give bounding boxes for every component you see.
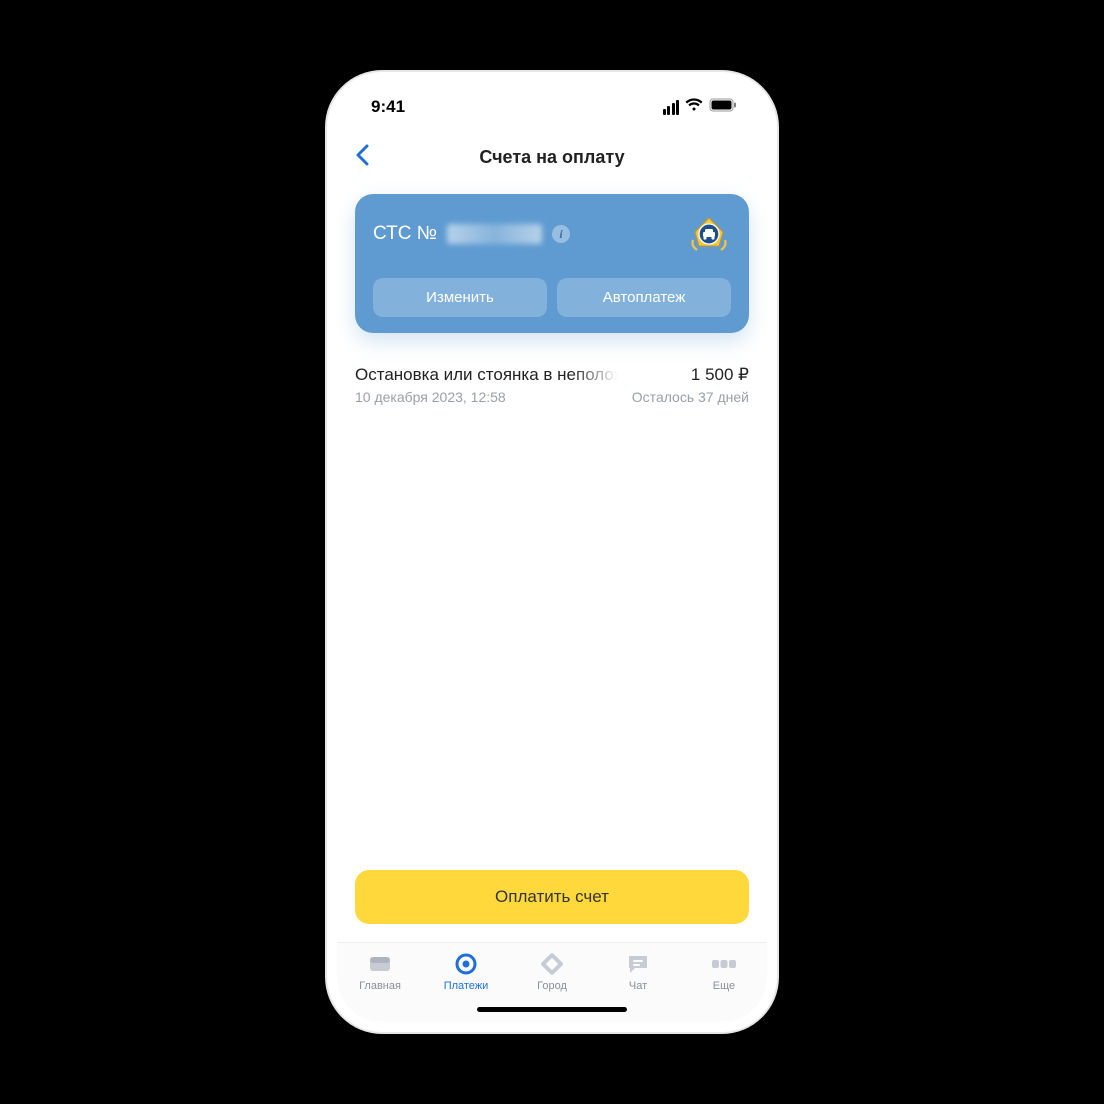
- status-indicators: [663, 97, 738, 117]
- stc-card: СТС № i: [355, 194, 749, 333]
- nav-header: Счета на оплату: [337, 132, 767, 182]
- stc-number-redacted: [447, 224, 542, 244]
- pay-button-wrap: Оплатить счет: [355, 870, 749, 942]
- tab-more[interactable]: Еще: [681, 951, 767, 992]
- info-icon[interactable]: i: [552, 225, 570, 243]
- card-buttons: Изменить Автоплатеж: [373, 278, 731, 317]
- tab-label: Город: [537, 980, 567, 992]
- back-button[interactable]: [355, 143, 369, 171]
- tab-home[interactable]: Главная: [337, 951, 423, 992]
- phone-screen: 9:41 Счета на оплату: [337, 82, 767, 1022]
- tab-chat[interactable]: Чат: [595, 951, 681, 992]
- stc-label: СТС №: [373, 223, 437, 245]
- tab-label: Главная: [359, 980, 401, 992]
- status-bar: 9:41: [337, 82, 767, 132]
- police-emblem-icon: [687, 212, 731, 256]
- city-icon: [539, 951, 565, 977]
- fine-date: 10 декабря 2023, 12:58: [355, 389, 618, 405]
- fine-right: 1 500 ₽ Осталось 37 дней: [632, 365, 749, 405]
- battery-icon: [709, 97, 737, 117]
- pay-button[interactable]: Оплатить счет: [355, 870, 749, 924]
- phone-frame: 9:41 Счета на оплату: [327, 72, 777, 1032]
- fine-amount: 1 500 ₽: [632, 365, 749, 385]
- more-icon: [711, 951, 737, 977]
- fine-list: Остановка или стоянка в неположенном мес…: [355, 365, 749, 405]
- home-icon: [367, 951, 393, 977]
- wifi-icon: [685, 97, 703, 117]
- edit-button[interactable]: Изменить: [373, 278, 547, 317]
- fine-left: Остановка или стоянка в неположенном мес…: [355, 365, 618, 405]
- tab-label: Чат: [629, 980, 647, 992]
- chat-icon: [625, 951, 651, 977]
- fine-row[interactable]: Остановка или стоянка в неположенном мес…: [355, 365, 749, 405]
- content: СТС № i: [337, 182, 767, 942]
- tab-label: Платежи: [444, 980, 489, 992]
- status-time: 9:41: [371, 97, 405, 117]
- fine-remaining: Осталось 37 дней: [632, 389, 749, 405]
- tab-payments[interactable]: Платежи: [423, 951, 509, 992]
- payments-icon: [453, 951, 479, 977]
- tab-bar: Главная Платежи Город Чат: [337, 942, 767, 1022]
- stc-card-top: СТС № i: [373, 212, 731, 256]
- fine-title: Остановка или стоянка в неположенном мес…: [355, 365, 618, 385]
- autopay-button[interactable]: Автоплатеж: [557, 278, 731, 317]
- tab-label: Еще: [713, 980, 735, 992]
- page-title: Счета на оплату: [337, 147, 767, 168]
- home-indicator[interactable]: [477, 1007, 627, 1012]
- cellular-icon: [663, 100, 680, 115]
- stc-left: СТС № i: [373, 223, 570, 245]
- tab-city[interactable]: Город: [509, 951, 595, 992]
